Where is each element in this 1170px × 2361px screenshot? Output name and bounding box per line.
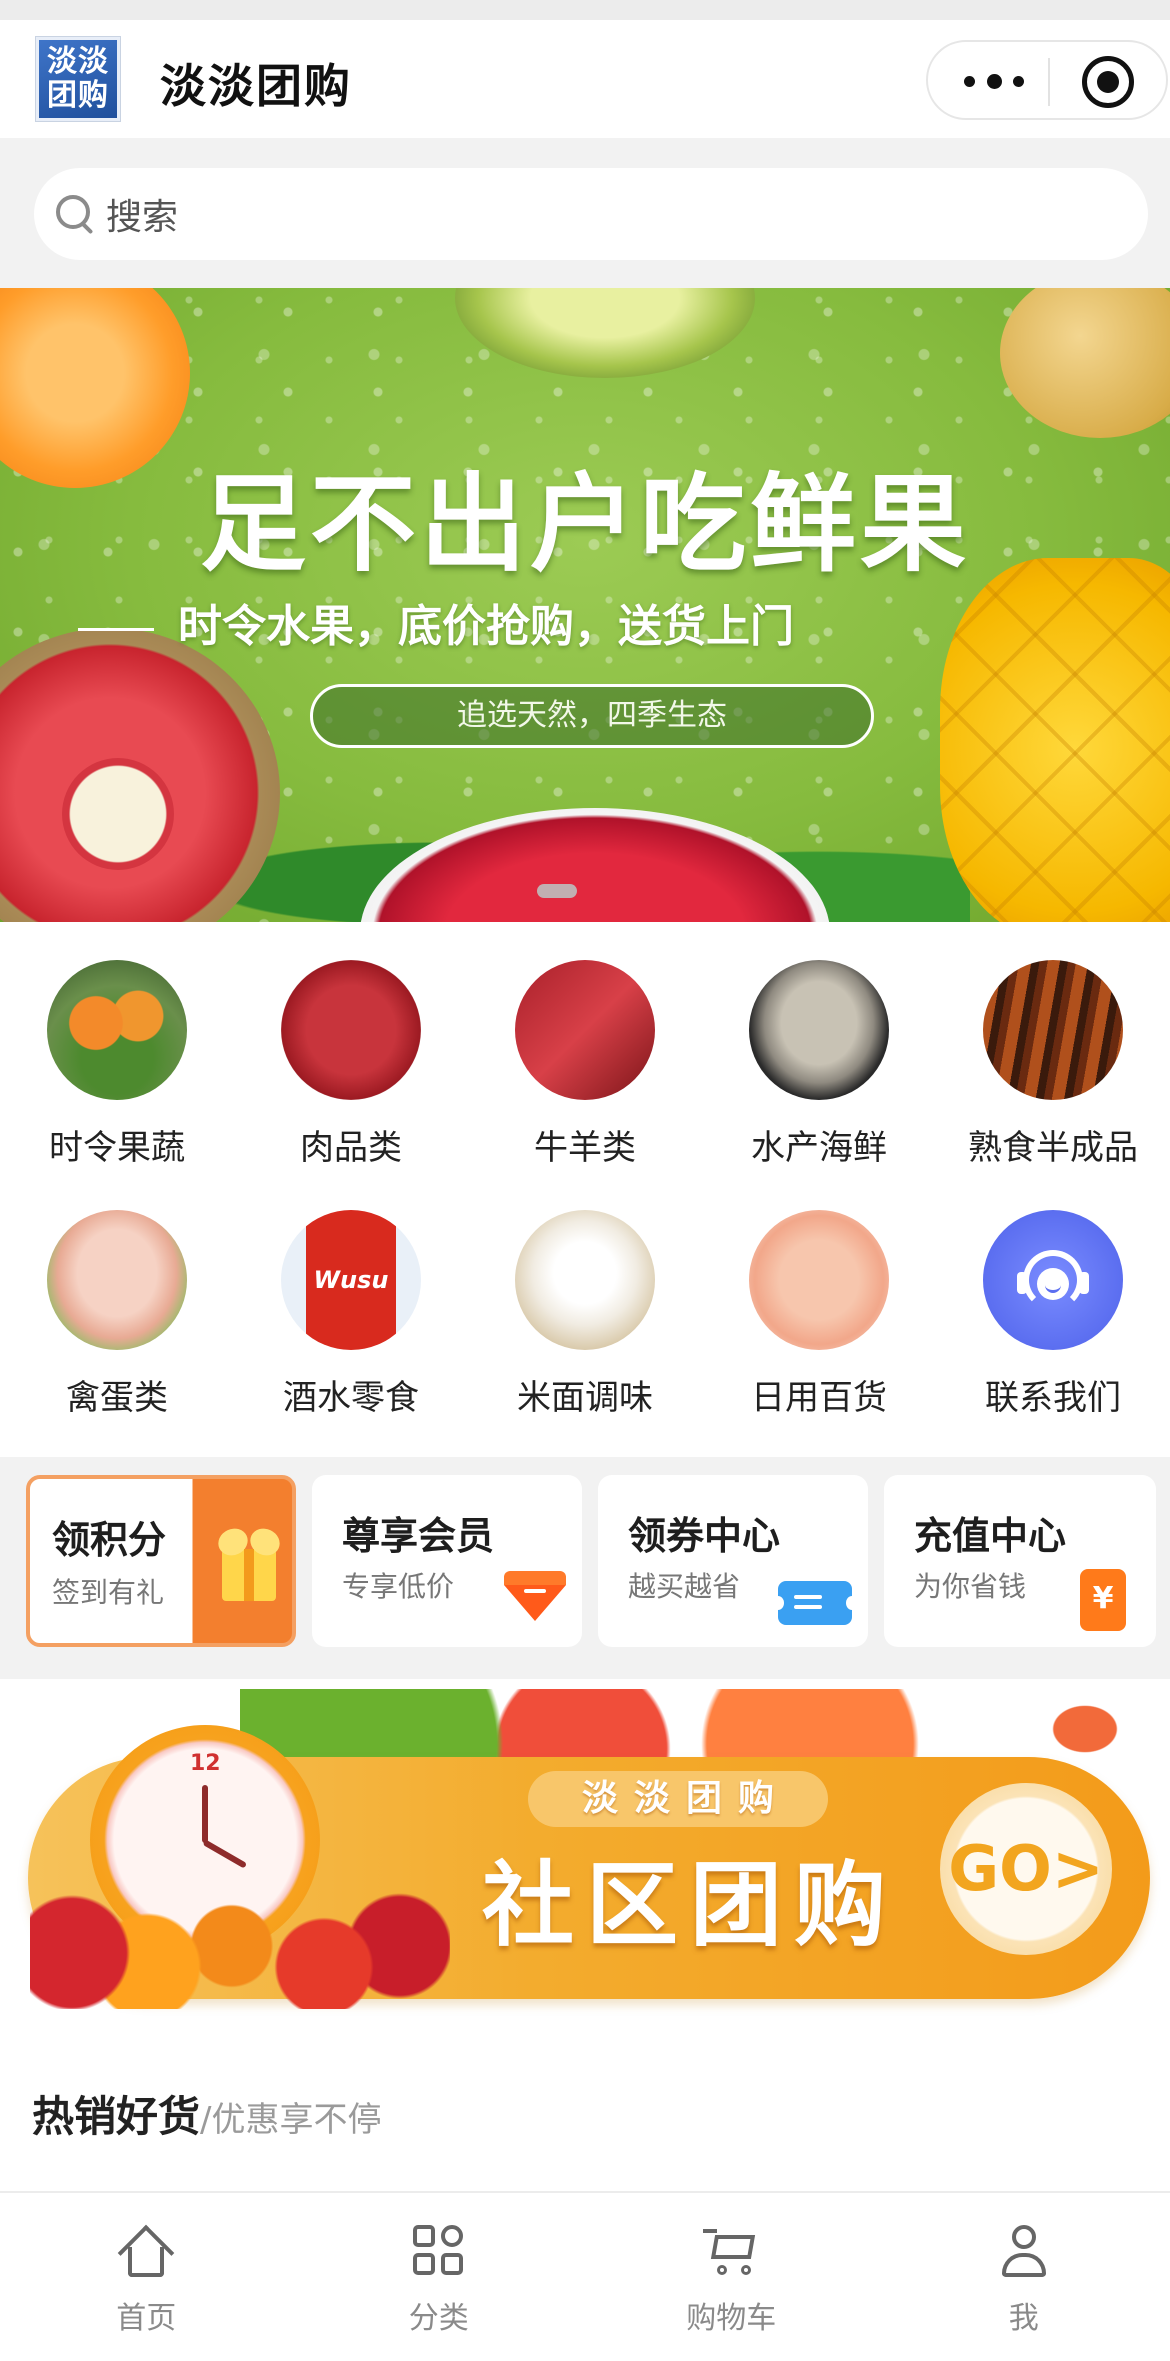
beer-brand-text: Wusu xyxy=(313,1266,389,1294)
home-icon xyxy=(117,2223,175,2282)
category-label: 时令果蔬 xyxy=(49,1128,185,1168)
capsule-divider xyxy=(1048,58,1050,106)
category-label: 牛羊类 xyxy=(534,1128,636,1168)
skewers-image xyxy=(983,960,1123,1100)
category-cooked-food[interactable]: 熟食半成品 xyxy=(936,960,1170,1210)
customer-service-icon xyxy=(983,1210,1123,1350)
tab-cart[interactable]: 购物车 xyxy=(585,2193,878,2361)
search-icon xyxy=(54,193,96,235)
category-label: 酒水零食 xyxy=(283,1378,419,1418)
tab-label: 分类 xyxy=(408,2301,469,2336)
hot-goods-section: 热销好货/优惠享不停 xyxy=(0,2021,1170,2191)
chicken-image xyxy=(47,1210,187,1350)
page: 淡淡 团购 淡淡团购 搜索 足不出户吃鲜果 时令水果，底价抢购，送货上门 追选天… xyxy=(0,0,1170,2361)
category-label: 米面调味 xyxy=(517,1378,653,1418)
phone-yuan-icon: ¥ xyxy=(1080,1569,1126,1631)
vip-card[interactable]: 尊享会员 专享低价 xyxy=(312,1475,582,1647)
more-icon[interactable] xyxy=(964,68,1024,94)
category-label: 水产海鲜 xyxy=(751,1128,887,1168)
clock-number: 12 xyxy=(190,1751,221,1776)
points-card[interactable]: 领积分 签到有礼 xyxy=(26,1475,296,1647)
card-subtitle: 专享低价 xyxy=(342,1570,455,1603)
category-beef-lamb[interactable]: 牛羊类 xyxy=(468,960,702,1210)
headset-icon xyxy=(1017,1244,1089,1316)
carousel-indicator xyxy=(537,884,577,898)
category-drinks-snacks[interactable]: Wusu 酒水零食 xyxy=(234,1210,468,1460)
tab-category[interactable]: 分类 xyxy=(293,2193,586,2361)
category-label: 肉品类 xyxy=(300,1128,402,1168)
community-title: 社区团购 xyxy=(482,1852,899,1959)
card-subtitle: 为你省钱 xyxy=(914,1570,1027,1603)
cut-apple-image xyxy=(62,758,174,870)
category-label: 日用百货 xyxy=(751,1378,887,1418)
card-title: 领券中心 xyxy=(628,1514,781,1558)
category-seasonal-produce[interactable]: 时令果蔬 xyxy=(0,960,234,1210)
tab-me[interactable]: 我 xyxy=(878,2193,1170,2361)
status-strip xyxy=(0,0,1170,20)
beef-image xyxy=(515,960,655,1100)
recharge-center-card[interactable]: 充值中心 为你省钱 ¥ xyxy=(884,1475,1156,1647)
card-subtitle: 签到有礼 xyxy=(52,1576,165,1609)
mini-program-header: 淡淡 团购 淡淡团购 xyxy=(0,20,1170,138)
card-title: 领积分 xyxy=(52,1518,167,1562)
card-title: 充值中心 xyxy=(914,1514,1067,1558)
fruit-pile-image xyxy=(30,1869,450,2009)
app-logo: 淡淡 团购 xyxy=(36,37,120,121)
promo-cards: 领积分 签到有礼 尊享会员 专享低价 领券中心 越买越省 充值中心 为你省钱 ¥ xyxy=(0,1457,1170,1679)
community-brand-text: 淡淡团购 xyxy=(528,1771,828,1827)
hero-banner[interactable]: 足不出户吃鲜果 时令水果，底价抢购，送货上门 追选天然，四季生态 xyxy=(0,288,1170,922)
category-grid: 时令果蔬 肉品类 牛羊类 水产海鲜 熟食半成品 禽蛋类 Wusu 酒水零食 米面… xyxy=(0,922,1170,1457)
gift-icon xyxy=(213,1523,285,1603)
produce-image xyxy=(47,960,187,1100)
banner-subtitle: 时令水果，底价抢购，送货上门 xyxy=(178,590,948,654)
diamond-icon xyxy=(504,1571,566,1621)
category-label: 熟食半成品 xyxy=(968,1128,1138,1168)
search-bar[interactable]: 搜索 xyxy=(34,168,1148,260)
meat-image xyxy=(281,960,421,1100)
category-poultry-eggs[interactable]: 禽蛋类 xyxy=(0,1210,234,1460)
logo-line-1: 淡淡 xyxy=(47,44,109,79)
community-group-banner[interactable]: 12 淡淡团购 社区团购 GO> xyxy=(0,1679,1170,2021)
category-meat[interactable]: 肉品类 xyxy=(234,960,468,1210)
go-button[interactable]: GO> xyxy=(940,1783,1112,1955)
category-seafood[interactable]: 水产海鲜 xyxy=(702,960,936,1210)
hot-goods-subtitle: /优惠享不停 xyxy=(200,2100,382,2140)
mango-image xyxy=(940,558,1170,922)
tab-label: 首页 xyxy=(116,2301,177,2336)
category-rice-condiments[interactable]: 米面调味 xyxy=(468,1210,702,1460)
category-icon xyxy=(411,2223,467,2279)
logo-line-2: 团购 xyxy=(47,78,109,113)
tab-home[interactable]: 首页 xyxy=(0,2193,293,2361)
search-input[interactable]: 搜索 xyxy=(106,188,178,240)
coupon-center-card[interactable]: 领券中心 越买越省 xyxy=(598,1475,868,1647)
rice-image xyxy=(515,1210,655,1350)
tab-label: 我 xyxy=(1008,2301,1039,2336)
card-title: 尊享会员 xyxy=(342,1514,495,1558)
category-label: 联系我们 xyxy=(985,1378,1121,1418)
cart-icon xyxy=(703,2223,759,2279)
tab-label: 购物车 xyxy=(686,2301,777,2336)
category-label: 禽蛋类 xyxy=(66,1378,168,1418)
beer-can-image: Wusu xyxy=(281,1210,421,1350)
banner-pill: 追选天然，四季生态 xyxy=(310,684,874,748)
fish-image xyxy=(749,960,889,1100)
coupon-icon xyxy=(772,1581,858,1625)
user-icon xyxy=(996,2223,1052,2279)
bottom-tab-bar: 首页 分类 购物车 我 xyxy=(0,2191,1170,2361)
capsule-menu xyxy=(926,40,1168,120)
category-contact-us[interactable]: 联系我们 xyxy=(936,1210,1170,1460)
shrimp-image xyxy=(1030,1689,1140,1769)
close-target-icon[interactable] xyxy=(1082,56,1134,108)
card-subtitle: 越买越省 xyxy=(628,1570,741,1603)
daily-goods-image xyxy=(749,1210,889,1350)
banner-title: 足不出户吃鲜果 xyxy=(200,463,970,586)
hot-goods-title: 热销好货/优惠享不停 xyxy=(32,2083,381,2144)
category-daily-goods[interactable]: 日用百货 xyxy=(702,1210,936,1460)
app-title: 淡淡团购 xyxy=(160,59,352,113)
hot-goods-heading: 热销好货 xyxy=(32,2092,201,2141)
